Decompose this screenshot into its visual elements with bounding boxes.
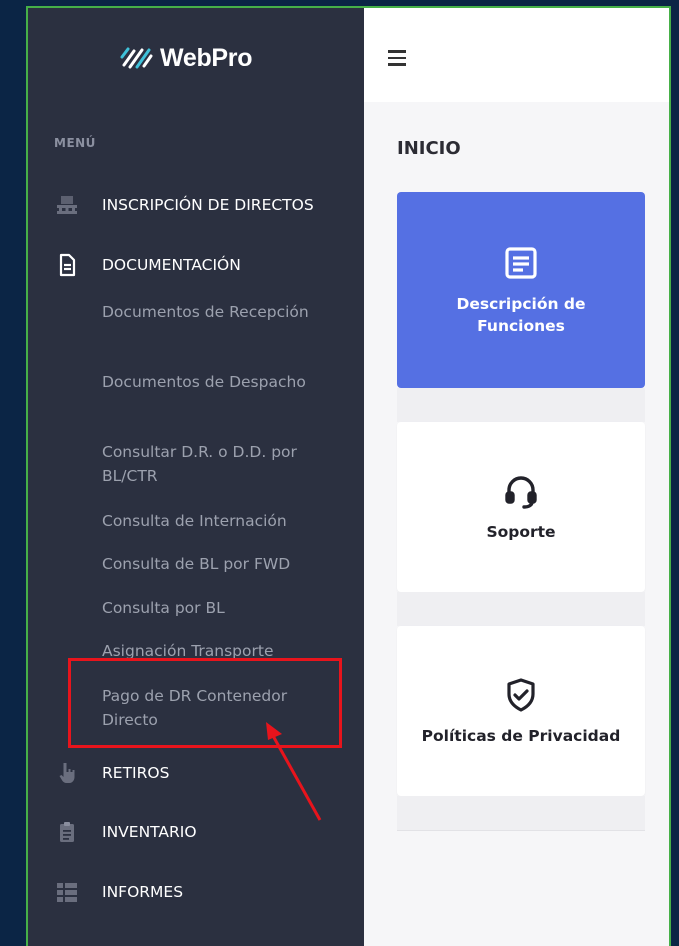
- sidebar-item-inscripcion[interactable]: INSCRIPCIÓN DE DIRECTOS: [54, 192, 314, 218]
- top-bar: [364, 8, 669, 102]
- sidebar-item-documentacion[interactable]: DOCUMENTACIÓN: [54, 252, 241, 278]
- submenu-consulta-por-bl[interactable]: Consulta por BL: [102, 596, 322, 620]
- brand-name: WebPro: [160, 43, 253, 72]
- card-descripcion-funciones[interactable]: Descripción de Funciones: [397, 192, 645, 388]
- card-label: Descripción de Funciones: [456, 295, 586, 335]
- menu-section-label: MENÚ: [54, 136, 96, 150]
- sidebar: WebPro MENÚ INSCRIPCIÓN DE DIRECTOS DOCU…: [28, 8, 364, 946]
- card-soporte[interactable]: Soporte: [397, 422, 645, 592]
- logo-stripes-icon: [120, 47, 153, 69]
- card-label: Políticas de Privacidad: [421, 727, 621, 745]
- card-label: Soporte: [486, 523, 556, 541]
- hand-pointer-icon: [54, 760, 80, 786]
- headset-icon: [505, 476, 537, 509]
- card-divider: [397, 592, 645, 626]
- sidebar-item-label: INSCRIPCIÓN DE DIRECTOS: [102, 196, 314, 214]
- description-icon: [505, 247, 537, 279]
- brand-logo[interactable]: WebPro: [120, 40, 253, 76]
- submenu-documentos-recepcion[interactable]: Documentos de Recepción: [102, 300, 322, 324]
- sidebar-item-informes[interactable]: INFORMES: [54, 879, 183, 905]
- submenu-consultar-dr-dd[interactable]: Consultar D.R. o D.D. por BL/CTR: [102, 440, 322, 488]
- document-icon: [54, 252, 80, 278]
- pallet-icon: [54, 192, 80, 218]
- sidebar-item-label: INVENTARIO: [102, 823, 197, 841]
- submenu-documentos-despacho[interactable]: Documentos de Despacho: [102, 370, 322, 394]
- sidebar-item-label: RETIROS: [102, 764, 170, 782]
- card-divider: [397, 796, 645, 831]
- sidebar-item-inventario[interactable]: INVENTARIO: [54, 819, 197, 845]
- shield-check-icon: [507, 678, 535, 712]
- card-divider: [397, 388, 645, 422]
- submenu-consulta-internacion[interactable]: Consulta de Internación: [102, 509, 322, 533]
- list-icon: [54, 879, 80, 905]
- clipboard-icon: [54, 819, 80, 845]
- annotation-arrow: [266, 722, 322, 821]
- app-window: WebPro MENÚ INSCRIPCIÓN DE DIRECTOS DOCU…: [26, 6, 671, 946]
- sidebar-item-retiros[interactable]: RETIROS: [54, 760, 169, 786]
- hamburger-icon[interactable]: [388, 50, 406, 66]
- sidebar-item-label: INFORMES: [102, 883, 184, 901]
- submenu-consulta-bl-fwd[interactable]: Consulta de BL por FWD: [102, 552, 322, 576]
- card-politicas-privacidad[interactable]: Políticas de Privacidad: [397, 626, 645, 796]
- page-title: INICIO: [397, 138, 461, 159]
- sidebar-item-label: DOCUMENTACIÓN: [102, 256, 241, 274]
